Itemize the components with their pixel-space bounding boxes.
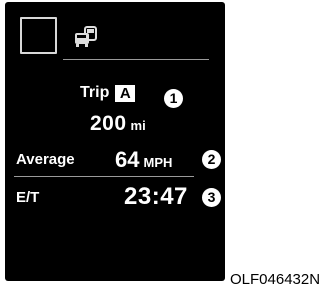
average-speed: 64 MPH	[115, 147, 172, 173]
elapsed-time-label: E/T	[16, 189, 40, 206]
blank-square-icon	[20, 17, 57, 54]
header-divider	[63, 59, 209, 60]
callout-1: 1	[164, 89, 183, 108]
trip-distance-unit: mi	[130, 118, 146, 133]
average-speed-value: 64	[115, 147, 140, 172]
average-label: Average	[16, 151, 75, 168]
figure-code: OLF046432N	[230, 271, 321, 288]
trip-badge: A	[115, 84, 136, 102]
average-speed-unit: MPH	[143, 155, 173, 170]
trip-label: Trip	[80, 84, 110, 101]
trip-distance: 200 mi	[90, 112, 146, 136]
trip-header: Trip A	[80, 82, 136, 104]
car-trip-icon	[75, 26, 97, 47]
callout-2: 2	[202, 150, 221, 169]
row-divider	[14, 176, 194, 177]
cluster-display	[5, 2, 225, 281]
callout-3: 3	[202, 188, 221, 207]
elapsed-time-value: 23:47	[124, 183, 188, 210]
trip-distance-value: 200	[90, 112, 127, 135]
